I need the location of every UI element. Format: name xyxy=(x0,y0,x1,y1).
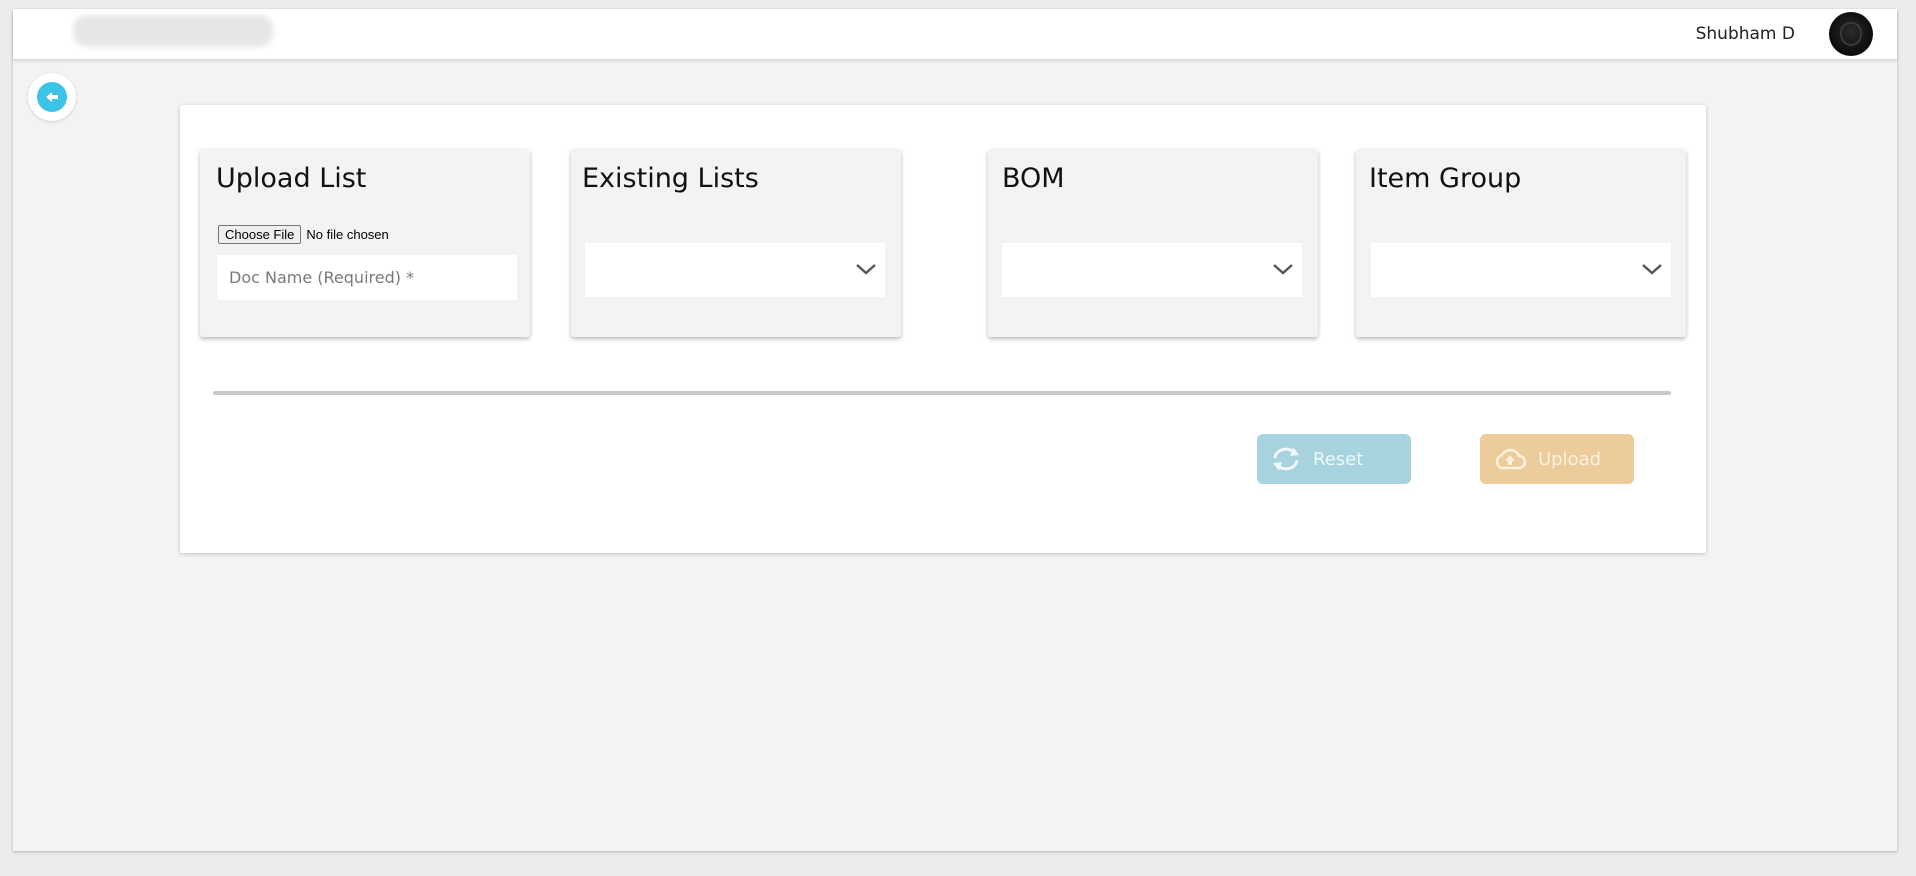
existing-lists-card: Existing Lists xyxy=(571,149,901,337)
top-bar: Shubham D xyxy=(13,9,1897,59)
avatar[interactable] xyxy=(1829,12,1873,56)
bom-card: BOM xyxy=(988,149,1318,337)
user-name: Shubham D xyxy=(1695,24,1795,44)
arrow-left-icon xyxy=(46,92,58,102)
item-group-select[interactable] xyxy=(1371,243,1671,297)
choose-file-button[interactable]: Choose File xyxy=(218,225,302,244)
reset-button[interactable]: Reset xyxy=(1257,434,1411,484)
doc-name-input[interactable] xyxy=(217,255,517,300)
item-group-card: Item Group xyxy=(1356,149,1686,337)
reset-label: Reset xyxy=(1313,448,1364,470)
upload-list-card: Upload List Choose File No file chosen xyxy=(200,149,530,337)
existing-lists-select[interactable] xyxy=(585,243,885,297)
bom-select[interactable] xyxy=(1002,243,1302,297)
existing-lists-title: Existing Lists xyxy=(582,163,759,194)
chevron-down-icon xyxy=(1273,264,1293,275)
avatar-image-icon xyxy=(1840,22,1862,46)
upload-button[interactable]: Upload xyxy=(1480,434,1634,484)
app-logo xyxy=(73,15,273,47)
bom-title: BOM xyxy=(1002,163,1065,194)
file-status: No file chosen xyxy=(306,227,389,242)
back-button[interactable] xyxy=(28,73,76,121)
refresh-icon xyxy=(1273,447,1299,471)
file-chooser: Choose File No file chosen xyxy=(218,225,389,244)
chevron-down-icon xyxy=(856,264,876,275)
cloud-upload-icon xyxy=(1495,448,1527,470)
upload-label: Upload xyxy=(1538,448,1602,470)
main-panel: Upload List Choose File No file chosen E… xyxy=(180,105,1706,553)
chevron-down-icon xyxy=(1642,264,1662,275)
divider xyxy=(213,391,1671,395)
upload-list-title: Upload List xyxy=(216,163,367,194)
item-group-title: Item Group xyxy=(1369,163,1522,194)
app-frame: Shubham D Upload List Choose File No fil… xyxy=(13,9,1897,851)
